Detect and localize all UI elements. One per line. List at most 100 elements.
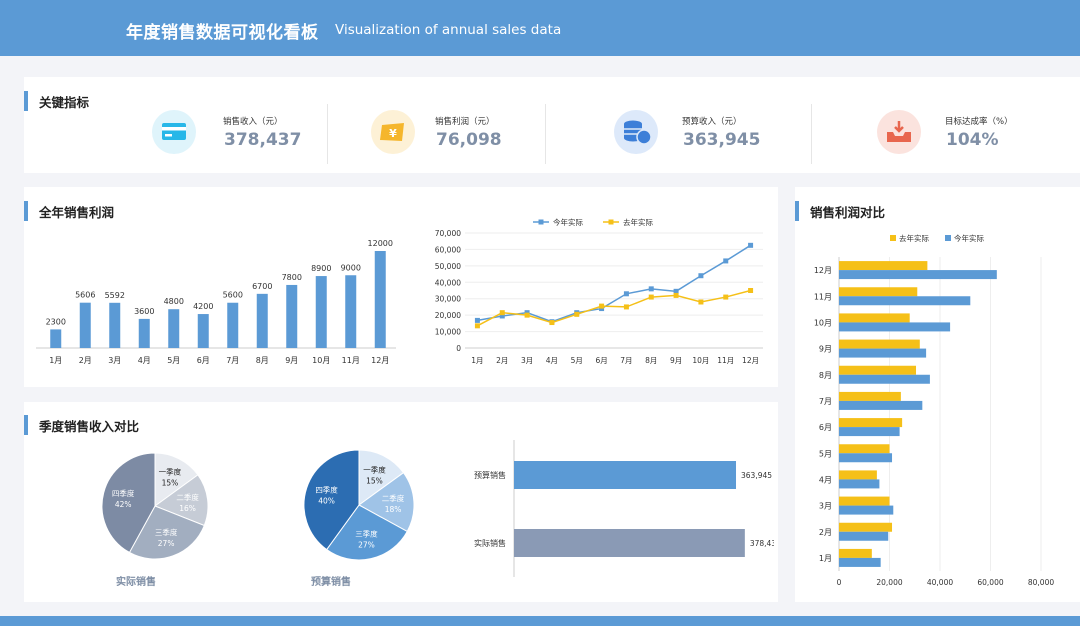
pie-slice-label: 四季度 (112, 488, 135, 498)
y-tick-label: 5月 (819, 449, 832, 458)
profit-compare-hbar-chart: 0 20,000 40,000 60,000 80,000 去年实际 今年实际 1月 2月 3月 4… (814, 233, 1055, 587)
series-2-point (698, 299, 704, 305)
kpi-value-revenue: 378,437 (224, 130, 302, 150)
series-1-bar (839, 261, 928, 271)
pie-slice-percent: 40% (318, 496, 335, 505)
kpi-label-profit: 销售利润（元） (435, 117, 495, 127)
annual-profit-panel: 全年销售利润 2300 1月 5606 2月 5592 3月 3600 4月 4800 5月 420… (24, 187, 778, 387)
money-note-icon: ¥ (371, 110, 415, 154)
budget-vs-actual-bar-chart: 预算销售 363,945 实际销售 378,437 (474, 440, 774, 577)
y-tick-label: 10月 (814, 318, 832, 327)
y-tick-label: 实际销售 (474, 538, 506, 548)
y-tick-label: 10,000 (435, 328, 461, 337)
series-2-bar (839, 270, 997, 280)
kpi-card-target-rate: 目标达成率（%） 104% (877, 77, 1077, 173)
bar-6 (197, 314, 209, 348)
bar-value-label: 8900 (311, 264, 331, 273)
pie-slice-label: 二季度 (176, 492, 199, 502)
profit-line-chart: 0 10,000 20,000 30,000 40,000 50,000 60,000 70,… (435, 217, 763, 365)
series-1-point (698, 273, 704, 279)
series-1-bar (839, 444, 890, 454)
x-tick-label: 3月 (108, 356, 121, 365)
y-tick-label: 50,000 (435, 262, 461, 271)
y-tick-label: 9月 (819, 345, 832, 354)
bar-value-label: 5606 (75, 291, 95, 300)
bar-4 (138, 318, 150, 348)
pie-slice-percent: 18% (385, 505, 402, 514)
page-subtitle: Visualization of annual sales data (335, 22, 562, 38)
pie-slice-percent: 16% (179, 504, 196, 513)
x-tick-label: 2月 (496, 356, 508, 365)
x-tick-label: 5月 (571, 356, 583, 365)
legend-marker (608, 219, 614, 225)
series-1-bar (839, 287, 918, 297)
series-1-point (648, 286, 654, 292)
bar-7 (227, 302, 239, 348)
x-tick-label: 12月 (742, 356, 759, 365)
x-tick-label: 2月 (79, 356, 92, 365)
y-tick-label: 60,000 (435, 245, 461, 254)
x-tick-label: 5月 (167, 356, 180, 365)
bar-2 (79, 302, 91, 348)
monthly-profit-bar-chart: 2300 1月 5606 2月 5592 3月 3600 4月 4800 5月 4200 6月 5600… (36, 239, 396, 365)
x-tick-label: 8月 (645, 356, 657, 365)
profit-compare-panel: 销售利润对比 0 20,000 40,000 60,000 80,000 去年实际 今年实际… (795, 187, 1080, 602)
series-2-bar (839, 505, 894, 515)
kpi-label-budget: 预算收入（元） (682, 117, 742, 127)
series-1-bar (839, 339, 920, 349)
bar-8 (256, 293, 268, 348)
y-tick-label: 8月 (819, 371, 832, 380)
bar-3 (109, 302, 121, 348)
x-tick-label: 80,000 (1028, 578, 1054, 587)
series-2-point (599, 303, 605, 309)
kpi-value-profit: 76,098 (436, 130, 502, 150)
series-line-1 (477, 244, 751, 323)
compare-bar-1 (514, 461, 737, 489)
pie-slice-label: 一季度 (363, 465, 386, 475)
bar-value-label: 363,945 (741, 471, 772, 480)
series-2-bar (839, 400, 923, 410)
kpi-card-budget: 预算收入（元） 363,945 (614, 77, 814, 173)
pie-budget-label: 预算销售 (311, 577, 351, 588)
bar-value-label: 4200 (193, 302, 213, 311)
legend-label: 今年实际 (553, 217, 583, 227)
pie-slice-label: 四季度 (315, 484, 338, 494)
series-2-bar (839, 296, 971, 306)
bar-value-label: 3600 (134, 307, 154, 316)
series-2-point (499, 310, 505, 316)
series-1-point (748, 242, 754, 248)
budget-sales-pie-chart: 一季度 15% 二季度 18% 三季度 27% 四季度 40% (303, 449, 415, 561)
x-tick-label: 20,000 (876, 578, 902, 587)
x-tick-label: 4月 (138, 356, 151, 365)
kpi-panel: 关键指标 销售收入（元） 378,437 ¥ 销售利润（元） 76,098 预算… (24, 77, 1080, 173)
bar-value-label: 4800 (164, 297, 184, 306)
y-tick-label: 20,000 (435, 311, 461, 320)
pie-slice-label: 一季度 (159, 467, 182, 477)
series-2-bar (839, 531, 889, 541)
y-tick-label: 4月 (819, 475, 832, 484)
x-tick-label: 11月 (342, 356, 360, 365)
pie-slice-label: 三季度 (355, 528, 378, 538)
kpi-card-revenue: 销售收入（元） 378,437 (152, 77, 352, 173)
series-2-point (549, 320, 555, 326)
series-2-bar (839, 322, 951, 332)
x-tick-label: 3月 (521, 356, 533, 365)
x-tick-label: 12月 (371, 356, 389, 365)
pie-slice-label: 二季度 (382, 493, 405, 503)
series-1-bar (839, 496, 890, 506)
bar-11 (345, 275, 357, 348)
x-tick-label: 1月 (49, 356, 62, 365)
pie-actual-label: 实际销售 (116, 577, 156, 588)
kpi-section-title: 关键指标 (24, 91, 89, 111)
legend-marker (538, 219, 544, 225)
series-1-bar (839, 418, 903, 428)
legend-label: 去年实际 (623, 217, 653, 227)
series-2-point (474, 323, 480, 329)
bar-value-label: 6700 (252, 282, 272, 291)
series-2-bar (839, 479, 880, 489)
bar-value-label: 5592 (105, 291, 125, 300)
y-tick-label: 70,000 (435, 229, 461, 238)
series-2-point (723, 294, 729, 300)
series-1-bar (839, 313, 910, 323)
y-tick-label: 12月 (814, 266, 832, 275)
